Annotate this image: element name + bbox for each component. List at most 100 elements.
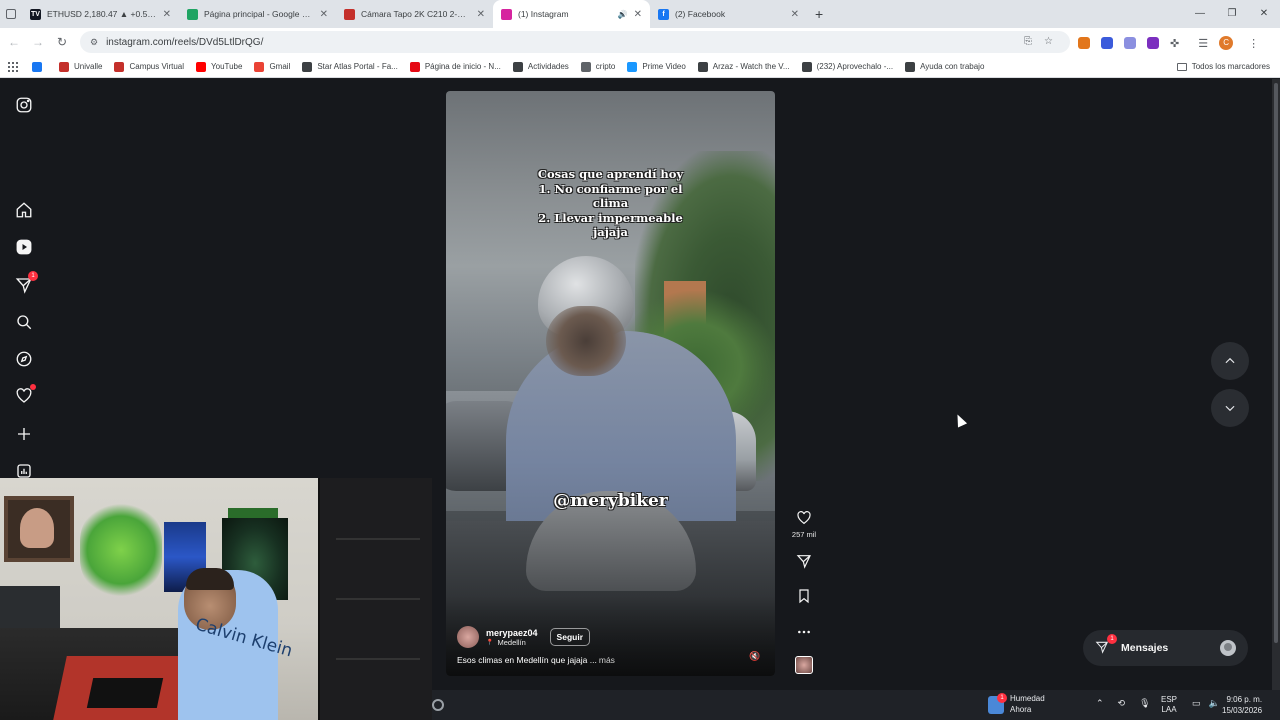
bookmark-item[interactable]: Star Atlas Portal - Fa...: [302, 61, 398, 72]
bookmark-label: Arzaz - Watch the V...: [712, 62, 790, 71]
like-button[interactable]: 257 mil: [790, 510, 818, 539]
reload-icon[interactable]: ↻: [50, 35, 74, 49]
messages-badge: 1: [1107, 634, 1117, 644]
page-scrollbar[interactable]: [1272, 79, 1280, 690]
profile-avatar[interactable]: C: [1219, 36, 1234, 50]
back-icon[interactable]: ←: [2, 35, 26, 49]
bookmark-item[interactable]: cripto: [580, 61, 615, 72]
url-text: instagram.com/reels/DVd5LtlDrQG/: [106, 36, 264, 48]
network-icon[interactable]: ▭: [1192, 698, 1201, 709]
reels-icon[interactable]: [14, 237, 34, 257]
notifications-badge: 1: [28, 271, 38, 281]
extension-wave-icon[interactable]: [1124, 37, 1136, 49]
browser-tab[interactable]: Cámara Tapo 2K C210 2-Pack W ✕: [336, 0, 493, 28]
extension-purple-icon[interactable]: [1147, 37, 1159, 49]
bookmark-item[interactable]: Campus Virtual: [114, 61, 184, 72]
weather-widget[interactable]: 1 Humedad Ahora: [988, 692, 1045, 715]
author-username[interactable]: merypaez04: [486, 628, 538, 638]
facebook-icon: [32, 61, 42, 72]
bookmark-label: (232) Aprovechalo -...: [816, 62, 894, 71]
share-button[interactable]: [790, 553, 818, 569]
bookmark-item[interactable]: YouTube: [196, 61, 242, 72]
browser-tab[interactable]: Página principal - Google Drive ✕: [179, 0, 336, 28]
bookmark-item[interactable]: (232) Aprovechalo -...: [801, 61, 894, 72]
webcam-door: [318, 478, 432, 720]
volume-icon[interactable]: 🔈: [1209, 698, 1220, 709]
reading-list-icon[interactable]: ☰: [1198, 37, 1208, 50]
tray-mic-icon[interactable]: 🎙: [1139, 698, 1150, 709]
close-tab-icon[interactable]: ✕: [477, 9, 485, 20]
reel-video[interactable]: Cosas que aprendí hoy 1. No confiarme po…: [446, 91, 775, 676]
folder-icon: [1176, 62, 1187, 71]
taskbar-settings-icon[interactable]: [432, 699, 444, 711]
search-icon[interactable]: [14, 312, 34, 332]
close-window-icon[interactable]: ✕: [1248, 0, 1280, 28]
direct-messages-icon[interactable]: 1: [14, 271, 38, 295]
author-location[interactable]: 📍 Medellín: [486, 638, 538, 647]
follow-button[interactable]: Seguir: [549, 628, 590, 646]
bookmark-item[interactable]: Arzaz - Watch the V...: [697, 61, 790, 72]
tray-chevron-up-icon[interactable]: ⌃: [1096, 698, 1104, 709]
next-reel-button[interactable]: [1211, 389, 1249, 427]
apps-grid-icon[interactable]: [8, 61, 18, 72]
all-bookmarks-label: Todos los marcadores: [1191, 62, 1270, 71]
audio-thumbnail[interactable]: [795, 656, 813, 674]
new-tab-button[interactable]: +: [815, 6, 823, 22]
clock-time: 9:06 p. m.: [1226, 695, 1263, 704]
bookmark-item[interactable]: Univalle: [59, 61, 102, 72]
weather-subtitle: Ahora: [1010, 704, 1032, 714]
input-language[interactable]: ESP LAA: [1161, 695, 1177, 715]
all-bookmarks-folder[interactable]: Todos los marcadores: [1176, 62, 1270, 71]
browser-tab[interactable]: TV ETHUSD 2,180.47 ▲ +0.5% Sin ✕: [22, 0, 179, 28]
tab-search-icon[interactable]: [6, 9, 16, 19]
metamask-extension-icon[interactable]: [1078, 37, 1090, 49]
bookmark-item[interactable]: Ayuda con trabajo: [905, 61, 984, 72]
close-tab-icon[interactable]: ✕: [791, 9, 799, 20]
previous-reel-button[interactable]: [1211, 342, 1249, 380]
tray-sync-icon[interactable]: ⟲: [1118, 698, 1126, 709]
restore-icon[interactable]: ❐: [1216, 0, 1248, 28]
tab-title: (1) Instagram: [518, 9, 569, 19]
taskbar-clock[interactable]: 9:06 p. m. 15/03/2026: [1222, 694, 1262, 716]
bookmark-favicon-icon: [580, 61, 591, 72]
home-icon[interactable]: [14, 200, 34, 220]
bookmark-item[interactable]: Gmail: [254, 61, 290, 72]
bookmark-favicon-icon: [409, 61, 420, 72]
bookmark-item[interactable]: Prime Video: [627, 61, 686, 72]
explore-compass-icon[interactable]: [14, 349, 34, 369]
mute-icon[interactable]: 🔇: [748, 651, 762, 663]
bookmark-item[interactable]: Página de inicio - N...: [409, 61, 501, 72]
tab-title: Cámara Tapo 2K C210 2-Pack W: [361, 9, 471, 19]
messages-button[interactable]: 1 Mensajes: [1083, 630, 1248, 666]
browser-tab[interactable]: (1) Instagram 🔊 ✕: [493, 0, 650, 28]
bookmark-favicon-icon: [801, 61, 812, 72]
author-avatar[interactable]: [457, 626, 479, 648]
webcam-hair: [186, 568, 234, 590]
bookmark-facebook[interactable]: [32, 61, 47, 72]
minimize-icon[interactable]: —: [1184, 0, 1216, 28]
overlay-line-1: Cosas que aprendí hoy: [537, 167, 684, 181]
browser-menu-icon[interactable]: ⋮: [1248, 37, 1259, 50]
close-tab-icon[interactable]: ✕: [163, 9, 171, 20]
address-bar[interactable]: ⚙ instagram.com/reels/DVd5LtlDrQG/: [80, 31, 1070, 53]
scrollbar-thumb[interactable]: [1274, 83, 1278, 643]
bookmark-item[interactable]: Actividades: [512, 61, 569, 72]
forward-icon[interactable]: →: [26, 35, 50, 49]
extensions-puzzle-icon[interactable]: ✜: [1170, 37, 1179, 50]
create-plus-icon[interactable]: [14, 424, 34, 444]
instagram-logo-icon[interactable]: [14, 95, 34, 115]
more-link[interactable]: más: [599, 655, 615, 665]
window-controls: — ❐ ✕: [1184, 0, 1280, 28]
extension-shield-icon[interactable]: [1101, 37, 1113, 49]
more-options-button[interactable]: [790, 624, 818, 640]
save-button[interactable]: [790, 588, 818, 604]
site-info-icon[interactable]: ⚙: [90, 37, 98, 48]
install-app-icon[interactable]: ⎘: [1024, 36, 1032, 47]
close-tab-icon[interactable]: ✕: [320, 9, 328, 20]
tab-audio-icon[interactable]: 🔊: [618, 10, 628, 19]
browser-tab[interactable]: f (2) Facebook ✕: [650, 0, 807, 28]
bookmark-star-icon[interactable]: ☆: [1044, 36, 1053, 47]
close-tab-icon[interactable]: ✕: [634, 9, 642, 20]
notifications-heart-icon[interactable]: [14, 384, 36, 406]
location-pin-icon: 📍: [486, 639, 494, 646]
